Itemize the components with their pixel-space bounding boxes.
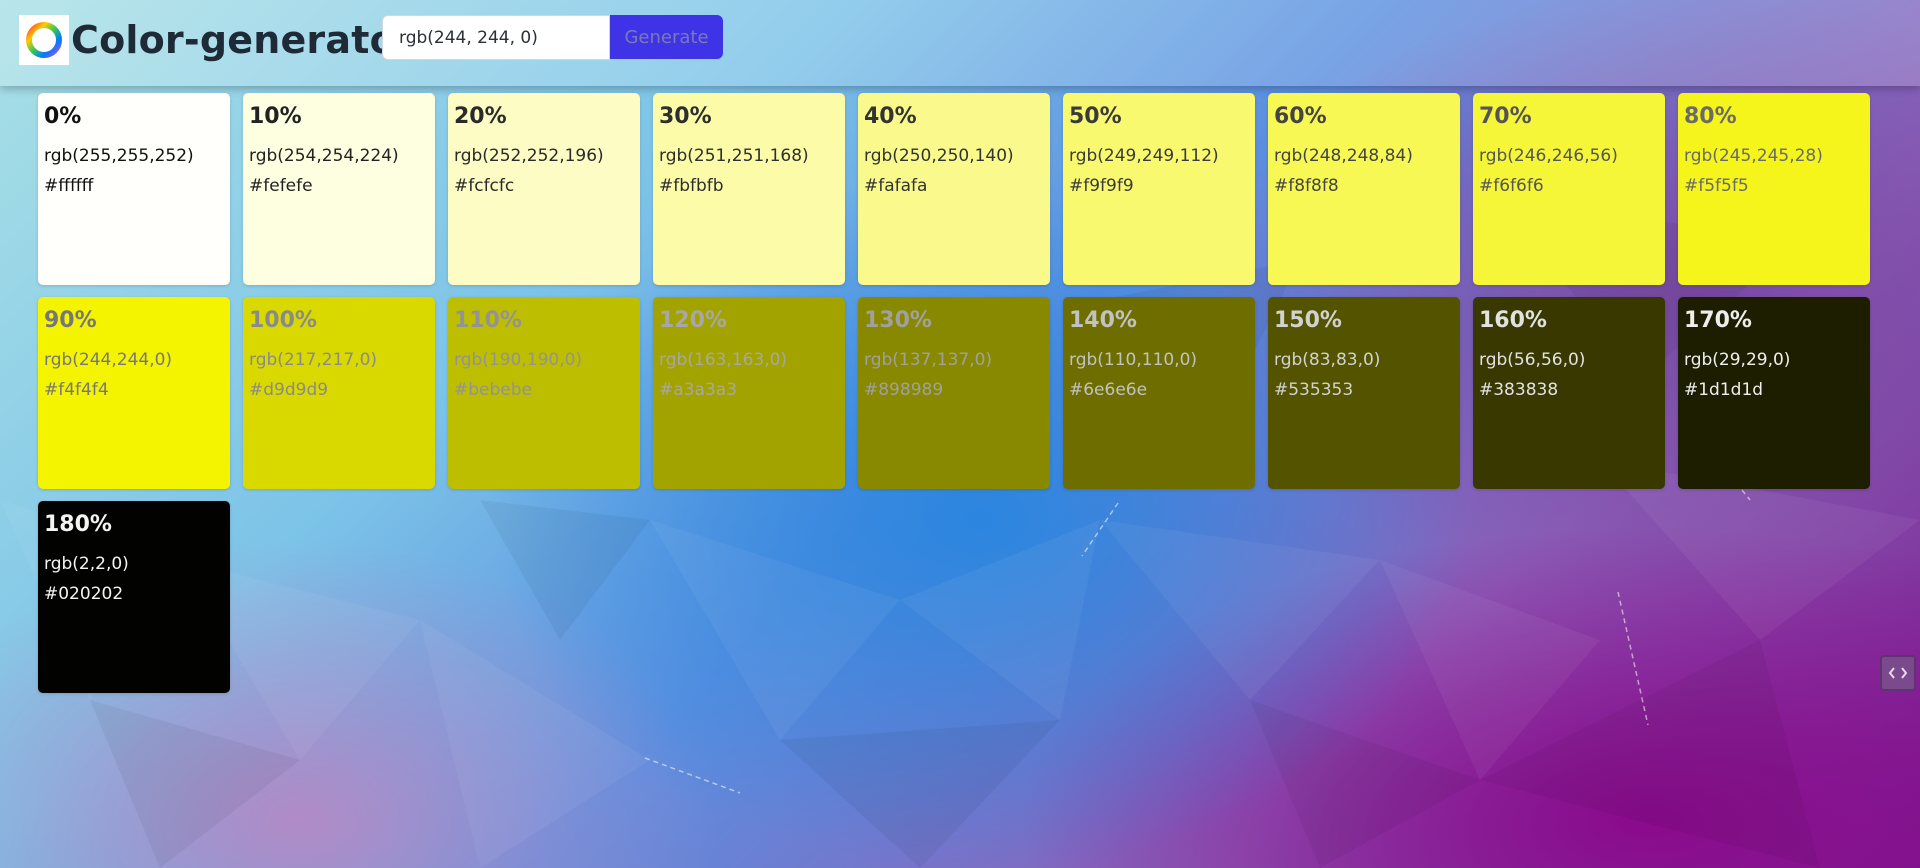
swatch-percentage: 40% (864, 104, 917, 129)
navbar: Color-generator Generate (0, 0, 1920, 86)
logo (19, 15, 69, 65)
color-swatch[interactable]: 80% rgb(245,245,28) #f5f5f5 (1678, 93, 1870, 285)
swatch-hex-value: #d9d9d9 (249, 380, 329, 400)
swatch-percentage: 180% (44, 512, 112, 537)
swatch-rgb-value: rgb(110,110,0) (1069, 350, 1198, 370)
swatch-rgb-value: rgb(83,83,0) (1274, 350, 1381, 370)
color-swatch[interactable]: 130% rgb(137,137,0) #898989 (858, 297, 1050, 489)
swatch-rgb-value: rgb(252,252,196) (454, 146, 604, 166)
swatch-rgb-value: rgb(255,255,252) (44, 146, 194, 166)
color-swatch[interactable]: 60% rgb(248,248,84) #f8f8f8 (1268, 93, 1460, 285)
swatch-percentage: 20% (454, 104, 507, 129)
swatch-hex-value: #6e6e6e (1069, 380, 1148, 400)
swatch-hex-value: #ffffff (44, 176, 94, 196)
swatch-rgb-value: rgb(2,2,0) (44, 554, 129, 574)
swatch-hex-value: #898989 (864, 380, 944, 400)
color-swatch[interactable]: 170% rgb(29,29,0) #1d1d1d (1678, 297, 1870, 489)
swatch-percentage: 50% (1069, 104, 1122, 129)
swatch-hex-value: #f6f6f6 (1479, 176, 1544, 196)
swatch-hex-value: #f4f4f4 (44, 380, 109, 400)
swatch-percentage: 120% (659, 308, 727, 333)
swatch-percentage: 170% (1684, 308, 1752, 333)
swatch-percentage: 140% (1069, 308, 1137, 333)
swatch-rgb-value: rgb(217,217,0) (249, 350, 378, 370)
color-input[interactable] (382, 15, 610, 60)
swatch-rgb-value: rgb(29,29,0) (1684, 350, 1791, 370)
swatch-hex-value: #020202 (44, 584, 124, 604)
color-swatch[interactable]: 90% rgb(244,244,0) #f4f4f4 (38, 297, 230, 489)
color-swatch[interactable]: 110% rgb(190,190,0) #bebebe (448, 297, 640, 489)
floating-tool-button[interactable] (1880, 655, 1916, 691)
swatch-hex-value: #fefefe (249, 176, 313, 196)
color-swatch[interactable]: 160% rgb(56,56,0) #383838 (1473, 297, 1665, 489)
swatch-hex-value: #f9f9f9 (1069, 176, 1134, 196)
swatch-rgb-value: rgb(248,248,84) (1274, 146, 1413, 166)
swatch-rgb-value: rgb(56,56,0) (1479, 350, 1586, 370)
swatch-rgb-value: rgb(163,163,0) (659, 350, 788, 370)
swatch-rgb-value: rgb(190,190,0) (454, 350, 583, 370)
color-swatch[interactable]: 30% rgb(251,251,168) #fbfbfb (653, 93, 845, 285)
swatch-percentage: 160% (1479, 308, 1547, 333)
swatch-percentage: 150% (1274, 308, 1342, 333)
swatch-percentage: 70% (1479, 104, 1532, 129)
swatch-hex-value: #1d1d1d (1684, 380, 1764, 400)
swatch-percentage: 80% (1684, 104, 1737, 129)
swatch-rgb-value: rgb(251,251,168) (659, 146, 809, 166)
swatch-rgb-value: rgb(250,250,140) (864, 146, 1014, 166)
color-swatch[interactable]: 180% rgb(2,2,0) #020202 (38, 501, 230, 693)
color-swatch[interactable]: 10% rgb(254,254,224) #fefefe (243, 93, 435, 285)
swatch-percentage: 130% (864, 308, 932, 333)
swatch-percentage: 110% (454, 308, 522, 333)
color-wheel-icon (26, 22, 62, 58)
swatch-hex-value: #bebebe (454, 380, 532, 400)
swatch-rgb-value: rgb(245,245,28) (1684, 146, 1823, 166)
swatch-hex-value: #fafafa (864, 176, 928, 196)
color-swatch[interactable]: 140% rgb(110,110,0) #6e6e6e (1063, 297, 1255, 489)
swatch-hex-value: #a3a3a3 (659, 380, 737, 400)
swatch-hex-value: #383838 (1479, 380, 1559, 400)
brand[interactable]: Color-generator (19, 15, 415, 65)
swatch-hex-value: #f8f8f8 (1274, 176, 1339, 196)
swatch-percentage: 90% (44, 308, 97, 333)
swatch-percentage: 30% (659, 104, 712, 129)
code-brackets-icon (1888, 667, 1908, 679)
swatch-hex-value: #fbfbfb (659, 176, 724, 196)
swatch-percentage: 0% (44, 104, 82, 129)
color-swatch[interactable]: 50% rgb(249,249,112) #f9f9f9 (1063, 93, 1255, 285)
generate-button[interactable]: Generate (610, 15, 723, 59)
color-swatch[interactable]: 120% rgb(163,163,0) #a3a3a3 (653, 297, 845, 489)
color-swatch[interactable]: 100% rgb(217,217,0) #d9d9d9 (243, 297, 435, 489)
swatch-percentage: 100% (249, 308, 317, 333)
color-swatch[interactable]: 20% rgb(252,252,196) #fcfcfc (448, 93, 640, 285)
swatch-percentage: 10% (249, 104, 302, 129)
swatch-hex-value: #535353 (1274, 380, 1354, 400)
swatch-rgb-value: rgb(246,246,56) (1479, 146, 1618, 166)
swatch-hex-value: #f5f5f5 (1684, 176, 1749, 196)
swatch-rgb-value: rgb(137,137,0) (864, 350, 993, 370)
swatch-percentage: 60% (1274, 104, 1327, 129)
swatch-rgb-value: rgb(254,254,224) (249, 146, 399, 166)
color-swatch[interactable]: 150% rgb(83,83,0) #535353 (1268, 297, 1460, 489)
brand-name: Color-generator (71, 18, 415, 62)
color-swatch[interactable]: 0% rgb(255,255,252) #ffffff (38, 93, 230, 285)
swatch-rgb-value: rgb(244,244,0) (44, 350, 173, 370)
swatch-rgb-value: rgb(249,249,112) (1069, 146, 1219, 166)
color-swatch[interactable]: 40% rgb(250,250,140) #fafafa (858, 93, 1050, 285)
color-swatch[interactable]: 70% rgb(246,246,56) #f6f6f6 (1473, 93, 1665, 285)
swatch-hex-value: #fcfcfc (454, 176, 515, 196)
